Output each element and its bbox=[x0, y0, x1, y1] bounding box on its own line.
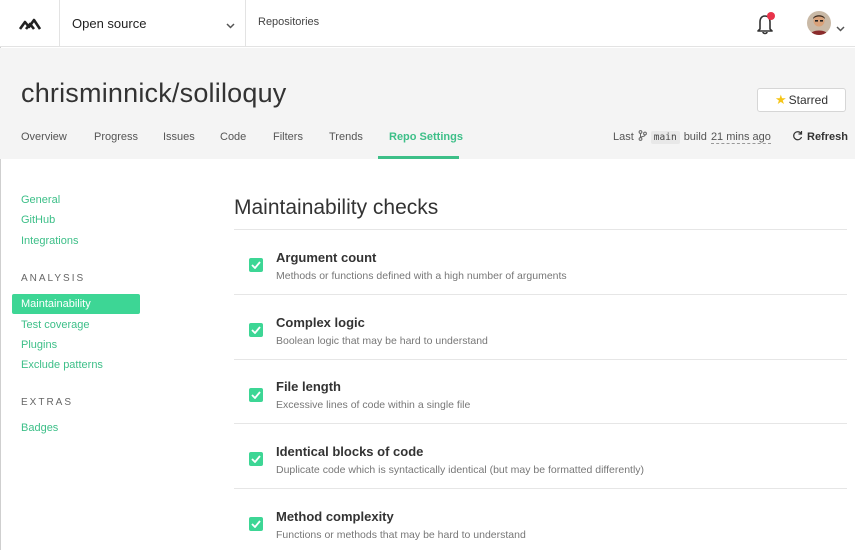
check-name: File length bbox=[276, 379, 341, 394]
starred-button[interactable]: ★ Starred bbox=[757, 88, 846, 112]
chevron-down-icon bbox=[226, 17, 235, 32]
refresh-button[interactable]: Refresh bbox=[792, 130, 848, 144]
bell-icon[interactable] bbox=[752, 10, 778, 36]
check-description: Boolean logic that may be hard to unders… bbox=[276, 335, 488, 347]
top-navbar: Open source Repositories bbox=[0, 0, 855, 47]
check-name: Identical blocks of code bbox=[276, 444, 424, 459]
refresh-icon bbox=[792, 130, 803, 144]
list-item: File length Excessive lines of code with… bbox=[234, 359, 847, 424]
checkmark-icon bbox=[251, 391, 261, 399]
sidebar-item-general[interactable]: General bbox=[21, 194, 60, 206]
checkbox-identical-blocks[interactable] bbox=[249, 452, 263, 466]
org-label: Open source bbox=[72, 16, 147, 31]
sidebar-heading-extras: EXTRAS bbox=[21, 397, 74, 408]
sidebar-item-maintainability[interactable]: Maintainability bbox=[12, 294, 140, 314]
tab-overview[interactable]: Overview bbox=[21, 131, 67, 143]
branch-name: main bbox=[650, 130, 680, 144]
logo-icon[interactable] bbox=[0, 0, 60, 47]
checkbox-method-complexity[interactable] bbox=[249, 517, 263, 531]
check-name: Method complexity bbox=[276, 509, 394, 524]
check-description: Functions or methods that may be hard to… bbox=[276, 529, 526, 541]
build-time[interactable]: 21 mins ago bbox=[710, 131, 771, 144]
org-switcher[interactable]: Open source bbox=[60, 0, 246, 47]
starred-label: Starred bbox=[788, 93, 828, 107]
build-prefix: Last bbox=[613, 131, 634, 143]
list-item: Complex logic Boolean logic that may be … bbox=[234, 294, 847, 359]
tab-code[interactable]: Code bbox=[220, 131, 246, 143]
check-description: Duplicate code which is syntactically id… bbox=[276, 464, 645, 476]
sidebar-item-badges[interactable]: Badges bbox=[21, 422, 58, 434]
repositories-link[interactable]: Repositories bbox=[258, 16, 319, 28]
check-name: Argument count bbox=[276, 250, 377, 265]
checkbox-argument-count[interactable] bbox=[249, 258, 263, 272]
sidebar-item-test-coverage[interactable]: Test coverage bbox=[21, 319, 89, 331]
tab-progress[interactable]: Progress bbox=[94, 131, 138, 143]
sidebar-item-integrations[interactable]: Integrations bbox=[21, 235, 78, 247]
checkmark-icon bbox=[251, 261, 261, 269]
build-status: Last main build 21 mins ago bbox=[613, 130, 771, 144]
checkmark-icon bbox=[251, 520, 261, 528]
checkbox-complex-logic[interactable] bbox=[249, 323, 263, 337]
chevron-down-icon[interactable] bbox=[836, 19, 845, 37]
checkmark-icon bbox=[251, 326, 261, 334]
repo-header: chrisminnick/soliloquy ★ Starred Overvie… bbox=[0, 48, 855, 159]
branch-icon bbox=[638, 130, 647, 144]
active-tab-indicator bbox=[378, 156, 459, 159]
star-icon: ★ bbox=[774, 92, 787, 107]
build-mid: build bbox=[683, 131, 707, 143]
checkbox-file-length[interactable] bbox=[249, 388, 263, 402]
page-title: Maintainability checks bbox=[234, 196, 439, 219]
list-item: Identical blocks of code Duplicate code … bbox=[234, 423, 847, 488]
checkmark-icon bbox=[251, 455, 261, 463]
sidebar-item-plugins[interactable]: Plugins bbox=[21, 339, 57, 351]
repo-title: chrisminnick/soliloquy bbox=[21, 78, 287, 108]
tab-issues[interactable]: Issues bbox=[163, 131, 195, 143]
tab-trends[interactable]: Trends bbox=[329, 131, 363, 143]
avatar[interactable] bbox=[807, 11, 831, 35]
sidebar-item-exclude-patterns[interactable]: Exclude patterns bbox=[21, 359, 103, 371]
check-description: Methods or functions defined with a high… bbox=[276, 270, 567, 282]
sidebar-item-github[interactable]: GitHub bbox=[21, 214, 55, 226]
check-description: Excessive lines of code within a single … bbox=[276, 399, 471, 411]
tab-filters[interactable]: Filters bbox=[273, 131, 303, 143]
refresh-label: Refresh bbox=[807, 131, 848, 143]
sidebar-heading-analysis: ANALYSIS bbox=[21, 273, 86, 284]
check-name: Complex logic bbox=[276, 315, 365, 330]
list-item: Method complexity Functions or methods t… bbox=[234, 488, 847, 550]
tab-repo-settings[interactable]: Repo Settings bbox=[389, 131, 463, 143]
list-item: Argument count Methods or functions defi… bbox=[234, 229, 847, 294]
